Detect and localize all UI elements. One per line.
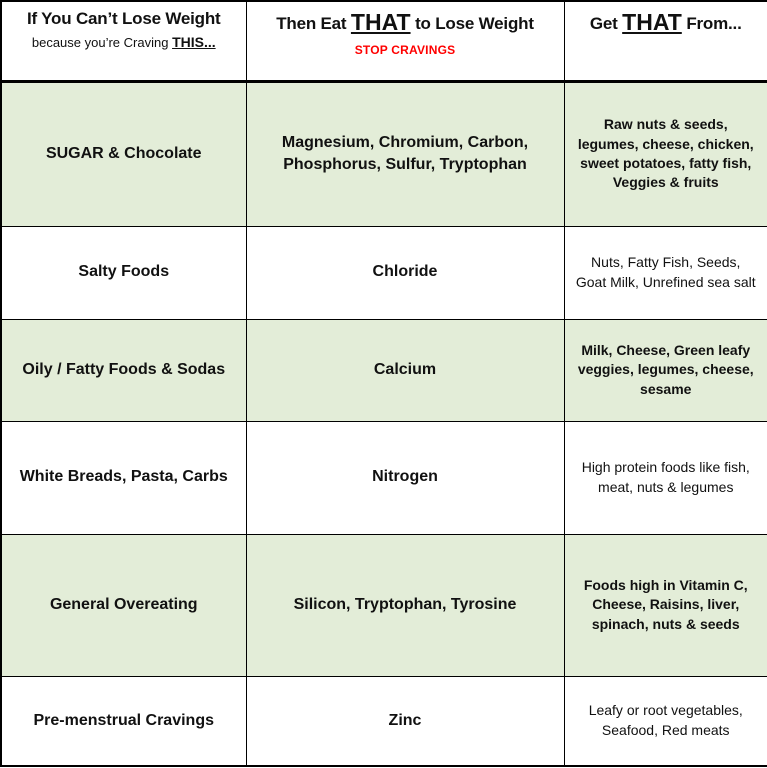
sources-title-suffix: From... xyxy=(681,14,742,33)
table-row: General Overeating Silicon, Tryptophan, … xyxy=(0,533,767,677)
column-header-sources: Get THAT From... xyxy=(563,0,767,83)
cell-eat: Nitrogen xyxy=(245,420,565,535)
eat-title-emphasis: THAT xyxy=(350,9,411,35)
column-header-craving-title: If You Can’t Lose Weight xyxy=(26,9,221,28)
table-row: Pre-menstrual Cravings Zinc Leafy or roo… xyxy=(0,675,767,767)
craving-table: If You Can’t Lose Weight because you’re … xyxy=(0,0,767,767)
cell-eat: Chloride xyxy=(245,225,565,320)
craving-subtitle-prefix: because you’re Craving xyxy=(31,35,173,51)
cell-craving: White Breads, Pasta, Carbs xyxy=(0,420,247,535)
eat-title-suffix: to Lose Weight xyxy=(410,14,534,33)
column-header-craving: If You Can’t Lose Weight because you’re … xyxy=(0,0,247,83)
column-header-eat: Then Eat THAT to Lose Weight STOP CRAVIN… xyxy=(245,0,565,83)
table-row: SUGAR & Chocolate Magnesium, Chromium, C… xyxy=(0,80,767,227)
cell-sources: Milk, Cheese, Green leafy veggies, legum… xyxy=(563,318,767,422)
cell-eat: Calcium xyxy=(245,318,565,422)
cell-eat: Zinc xyxy=(245,675,565,767)
cell-eat: Silicon, Tryptophan, Tyrosine xyxy=(245,533,565,677)
table-header: If You Can’t Lose Weight because you’re … xyxy=(0,0,767,83)
cell-sources: Nuts, Fatty Fish, Seeds, Goat Milk, Unre… xyxy=(563,225,767,320)
cell-sources: Leafy or root vegetables, Seafood, Red m… xyxy=(563,675,767,767)
eat-title-prefix: Then Eat xyxy=(276,14,351,33)
column-header-eat-title: Then Eat THAT to Lose Weight xyxy=(255,8,556,37)
craving-chart: If You Can’t Lose Weight because you’re … xyxy=(0,0,767,768)
column-header-sources-title: Get THAT From... xyxy=(573,8,760,37)
cell-craving: SUGAR & Chocolate xyxy=(0,80,247,227)
cell-sources: High protein foods like fish, meat, nuts… xyxy=(563,420,767,535)
table-row: White Breads, Pasta, Carbs Nitrogen High… xyxy=(0,420,767,535)
table-body: SUGAR & Chocolate Magnesium, Chromium, C… xyxy=(0,80,767,767)
cell-craving: Oily / Fatty Foods & Sodas xyxy=(0,318,247,422)
sources-title-prefix: Get xyxy=(589,14,623,33)
cell-eat: Magnesium, Chromium, Carbon, Phosphorus,… xyxy=(245,80,565,227)
column-header-craving-subtitle: because you’re Craving THIS... xyxy=(10,33,238,52)
cell-sources: Foods high in Vitamin C, Cheese, Raisins… xyxy=(563,533,767,677)
stop-cravings-label: STOP CRAVINGS xyxy=(354,42,456,57)
table-row: Salty Foods Chloride Nuts, Fatty Fish, S… xyxy=(0,225,767,320)
sources-title-emphasis: THAT xyxy=(622,9,682,35)
cell-craving: General Overeating xyxy=(0,533,247,677)
craving-subtitle-emphasis: THIS... xyxy=(172,34,216,51)
cell-craving: Salty Foods xyxy=(0,225,247,320)
header-row: If You Can’t Lose Weight because you’re … xyxy=(0,0,767,83)
cell-sources: Raw nuts & seeds, legumes, cheese, chick… xyxy=(563,80,767,227)
cell-craving: Pre-menstrual Cravings xyxy=(0,675,247,767)
table-row: Oily / Fatty Foods & Sodas Calcium Milk,… xyxy=(0,318,767,422)
